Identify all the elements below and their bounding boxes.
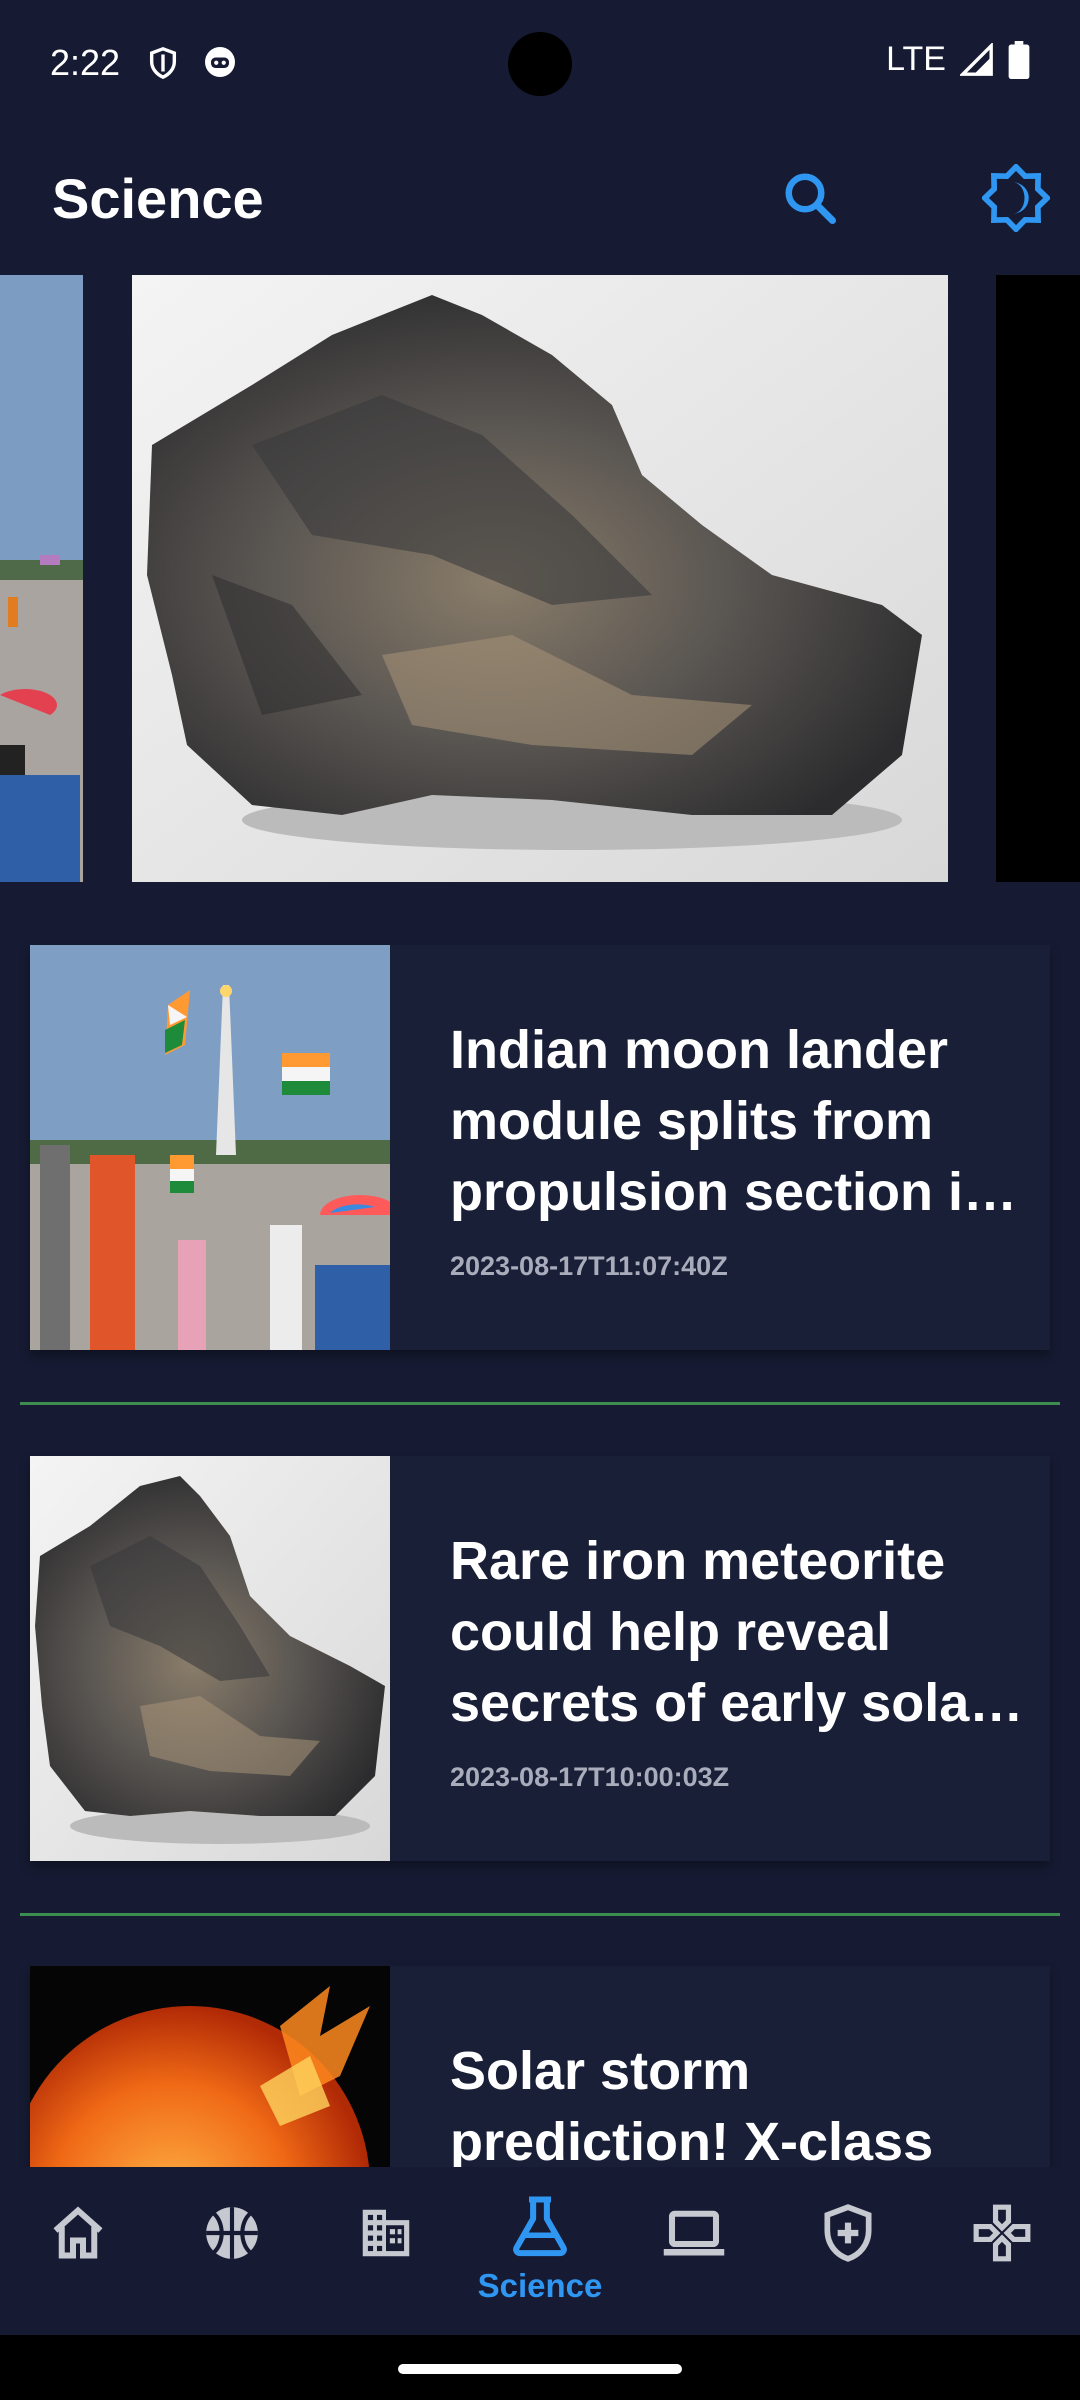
camera-cutout [508,32,572,96]
page-title: Science [52,167,264,230]
article-thumbnail [30,1456,390,1861]
shield-icon [149,47,177,80]
status-bar: 2:22 LTE [0,0,1080,130]
nav-item-gaming[interactable] [925,2167,1079,2335]
article-card[interactable]: Indian moon lander module splits from pr… [30,945,1050,1350]
nav-item-sports[interactable] [155,2167,309,2335]
image-carousel[interactable] [0,275,1080,882]
meteorite-image [30,1456,390,1861]
nav-item-health[interactable] [771,2167,925,2335]
gamepad-icon [973,2204,1031,2262]
robot-icon [205,47,235,77]
article-date: 2023-08-17T10:00:03Z [450,1762,730,1792]
launch-crowd-image [0,275,83,882]
status-time: 2:22 [50,42,121,83]
launch-crowd-image [30,945,390,1350]
article-title: Rare iron meteorite could help reveal se… [450,1531,1024,1733]
nav-item-home[interactable] [1,2167,155,2335]
bottom-navigation: Science [0,2167,1080,2335]
black-image [996,275,1080,882]
status-notification-icons [146,44,238,82]
search-button[interactable] [772,160,848,236]
carousel-slide-next[interactable] [996,275,1080,882]
nav-item-technology[interactable] [617,2167,771,2335]
battery-icon [1008,40,1030,79]
article-title: Indian moon lander module splits from pr… [450,1020,1018,1222]
search-icon [785,173,836,224]
article-date: 2023-08-17T11:07:40Z [450,1251,728,1281]
home-gesture-handle[interactable] [398,2364,682,2374]
theme-toggle-button[interactable] [978,160,1054,236]
home-icon [53,2206,103,2259]
article-card[interactable]: Rare iron meteorite could help reveal se… [30,1456,1050,1861]
signal-icon [960,42,993,76]
article-divider [20,1402,1060,1405]
nav-item-business[interactable] [309,2167,463,2335]
status-system-icons: LTE [886,40,1030,79]
article-thumbnail [30,945,390,1350]
network-type: LTE [886,40,946,78]
nav-label: Science [477,2267,603,2304]
business-building-icon [362,2209,410,2257]
brightness-icon [982,164,1050,232]
sports-basketball-icon [206,2207,258,2259]
carousel-slide-previous[interactable] [0,275,83,882]
science-flask-icon [513,2196,567,2257]
nav-item-science[interactable]: Science [463,2167,617,2335]
carousel-slide-current[interactable] [132,275,948,882]
article-divider [20,1913,1060,1916]
health-shield-icon [824,2204,872,2262]
article-title: Solar storm prediction! X-class [450,2041,934,2172]
meteorite-image [132,275,948,882]
app-bar: Science [0,130,1080,275]
laptop-icon [663,2210,725,2256]
